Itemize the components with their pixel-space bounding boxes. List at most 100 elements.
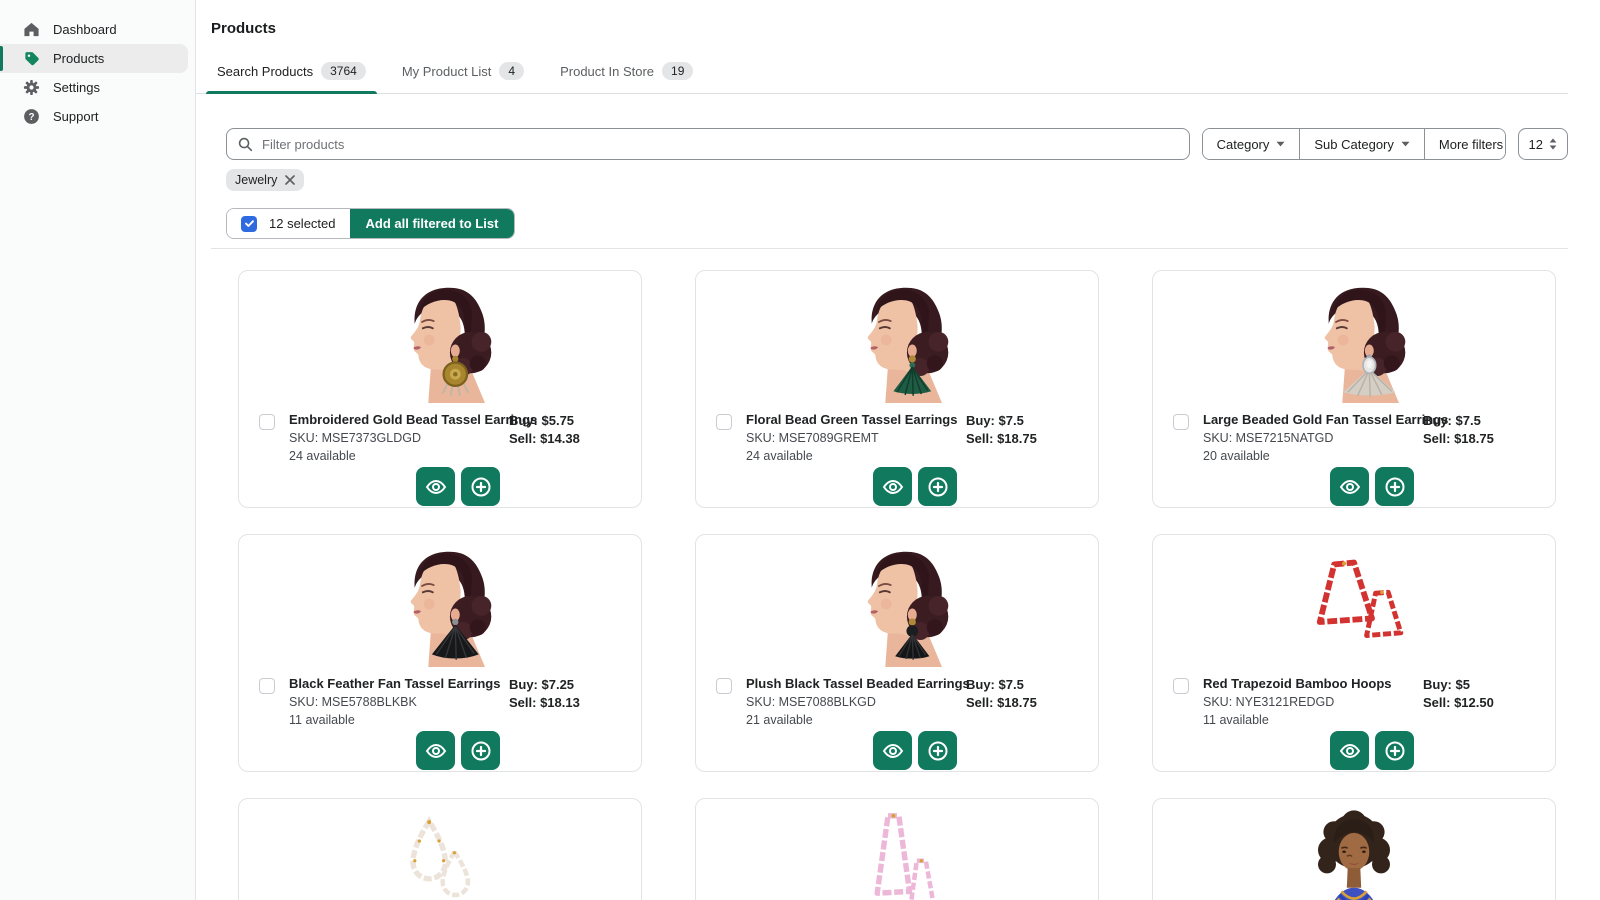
svg-text:?: ? [28,112,34,123]
tab-my-product-list[interactable]: My Product List 4 [391,54,535,93]
close-icon[interactable] [285,175,295,185]
plus-circle-icon [1383,739,1407,763]
tab-label: My Product List [402,64,492,79]
product-checkbox[interactable] [716,678,732,694]
add-product-button[interactable] [918,467,957,506]
add-product-button[interactable] [1375,467,1414,506]
product-sell-price: Sell: $18.13 [509,694,627,712]
product-buy-price: Buy: $7.5 [966,412,1084,430]
eye-icon [424,739,448,763]
selection-summary: 12 selected [227,209,350,238]
sidebar-item-label: Support [53,109,99,124]
product-card [1152,798,1556,900]
product-image-pink-trapezoid-hoops [696,799,1098,900]
product-buy-price: Buy: $7.5 [966,676,1084,694]
add-product-button[interactable] [461,467,500,506]
home-icon [23,21,40,38]
sidebar-item-products[interactable]: Products [0,44,188,73]
plus-circle-icon [926,475,950,499]
product-image-gold-medallion-earring [239,271,641,403]
filter-chip-label: Jewelry [235,173,277,187]
sidebar: Dashboard Products [0,0,196,900]
tab-count-badge: 4 [499,62,524,80]
tag-icon [23,50,40,67]
filter-toolbar: Category Sub Category More filters 12 [226,128,1568,160]
eye-icon [1338,475,1362,499]
add-product-button[interactable] [461,731,500,770]
product-sell-price: Sell: $18.75 [966,694,1084,712]
search-box[interactable] [226,128,1190,160]
view-product-button[interactable] [1330,467,1369,506]
product-availability: 24 available [289,449,509,463]
eye-icon [1338,739,1362,763]
product-card: Black Feather Fan Tassel Earrings SKU: M… [238,534,642,772]
product-sell-price: Sell: $18.75 [966,430,1084,448]
product-availability: 11 available [1203,713,1423,727]
tab-label: Product In Store [560,64,654,79]
chevron-down-icon [1276,141,1285,147]
main-content: Products Search Products 3764 My Product… [196,0,1568,900]
product-image-beige-fan-earring [1153,271,1555,403]
sidebar-item-label: Dashboard [53,22,117,37]
product-image-black-feather-earring [239,535,641,667]
tab-product-in-store[interactable]: Product In Store 19 [549,54,704,93]
product-sell-price: Sell: $14.38 [509,430,627,448]
product-checkbox[interactable] [259,414,275,430]
product-sku: SKU: MSE7089GREMT [746,431,966,445]
product-checkbox[interactable] [259,678,275,694]
view-product-button[interactable] [1330,731,1369,770]
product-checkbox[interactable] [1173,678,1189,694]
product-title: Black Feather Fan Tassel Earrings [289,676,509,691]
add-product-button[interactable] [918,731,957,770]
eye-icon [424,475,448,499]
product-availability: 21 available [746,713,966,727]
tab-label: Search Products [217,64,313,79]
sub-category-filter-button[interactable]: Sub Category [1299,129,1424,159]
filter-chip-jewelry[interactable]: Jewelry [226,169,304,191]
search-icon [238,137,253,152]
view-product-button[interactable] [416,467,455,506]
product-checkbox[interactable] [1173,414,1189,430]
page-size-value: 12 [1529,137,1543,152]
product-sku: SKU: NYE3121REDGD [1203,695,1423,709]
sub-category-filter-label: Sub Category [1314,137,1394,152]
search-input[interactable] [262,137,1178,152]
product-image-white-heart-hoops [239,799,641,900]
add-all-filtered-button[interactable]: Add all filtered to List [350,209,515,238]
view-product-button[interactable] [873,467,912,506]
sidebar-item-dashboard[interactable]: Dashboard [0,15,188,44]
view-product-button[interactable] [873,731,912,770]
category-filter-label: Category [1217,137,1270,152]
product-availability: 24 available [746,449,966,463]
product-buy-price: Buy: $7.25 [509,676,627,694]
product-card: Red Trapezoid Bamboo Hoops SKU: NYE3121R… [1152,534,1556,772]
product-card: Plush Black Tassel Beaded Earrings SKU: … [695,534,1099,772]
chevron-down-icon [1401,141,1410,147]
sidebar-item-settings[interactable]: Settings [0,73,188,102]
page-size-selector[interactable]: 12 [1518,128,1568,160]
product-checkbox[interactable] [716,414,732,430]
tab-count-badge: 19 [662,62,693,80]
more-filters-button[interactable]: More filters [1424,129,1506,159]
plus-circle-icon [1383,475,1407,499]
add-product-button[interactable] [1375,731,1414,770]
app-screen: Dashboard Products [0,0,1600,900]
category-filter-button[interactable]: Category [1203,129,1300,159]
product-title: Large Beaded Gold Fan Tassel Earrings [1203,412,1423,427]
sidebar-item-label: Products [53,51,104,66]
product-buy-price: Buy: $5.75 [509,412,627,430]
gear-icon [23,79,40,96]
product-availability: 11 available [289,713,509,727]
tab-search-products[interactable]: Search Products 3764 [206,54,377,93]
product-sell-price: Sell: $12.50 [1423,694,1541,712]
product-title: Red Trapezoid Bamboo Hoops [1203,676,1423,691]
active-filters-row: Jewelry [226,169,1568,191]
select-all-checkbox[interactable] [241,216,257,232]
product-availability: 20 available [1203,449,1423,463]
eye-icon [881,475,905,499]
product-sku: SKU: MSE7215NATGD [1203,431,1423,445]
product-sell-price: Sell: $18.75 [1423,430,1541,448]
sidebar-item-support[interactable]: ? Support [0,102,188,131]
product-image-black-tassel-earring [696,535,1098,667]
view-product-button[interactable] [416,731,455,770]
